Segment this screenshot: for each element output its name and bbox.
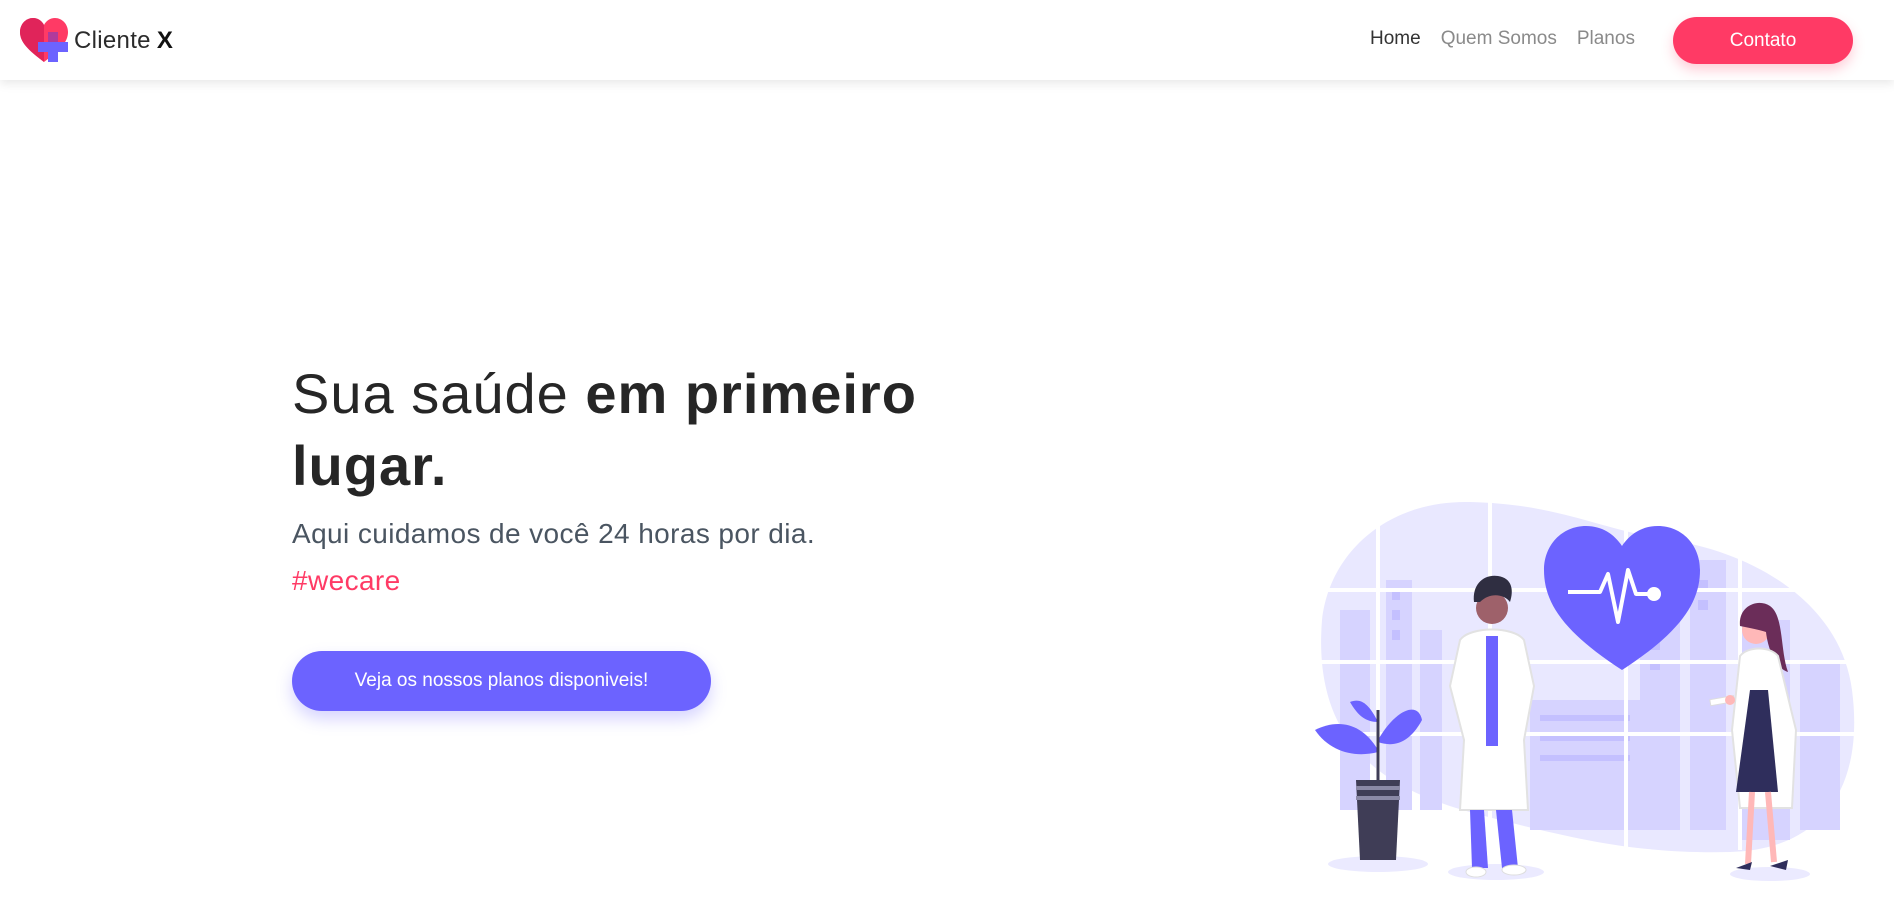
navbar: Cliente X Home Quem Somos Planos Contato — [0, 0, 1894, 80]
hero-title: Sua saúde em primeiro lugar. — [292, 358, 992, 502]
nav-link-planos[interactable]: Planos — [1577, 28, 1635, 50]
heart-plus-icon — [20, 18, 68, 62]
brand-link[interactable]: Cliente X — [18, 16, 173, 66]
brand-name-suffix: X — [156, 27, 173, 54]
nav-links: Home Quem Somos Planos — [1370, 28, 1635, 50]
doctors-heartbeat-illustration — [1315, 495, 1860, 881]
hero-title-regular: Sua saúde — [292, 362, 586, 425]
view-plans-button[interactable]: Veja os nossos planos disponiveis! — [292, 651, 711, 711]
nav-link-quem-somos[interactable]: Quem Somos — [1441, 28, 1557, 50]
contato-button[interactable]: Contato — [1673, 17, 1853, 64]
nav-link-home[interactable]: Home — [1370, 28, 1421, 50]
hero-subtitle: Aqui cuidamos de você 24 horas por dia. — [292, 518, 816, 549]
brand-name: Cliente — [74, 27, 151, 54]
hero-hashtag: #wecare — [292, 565, 401, 596]
